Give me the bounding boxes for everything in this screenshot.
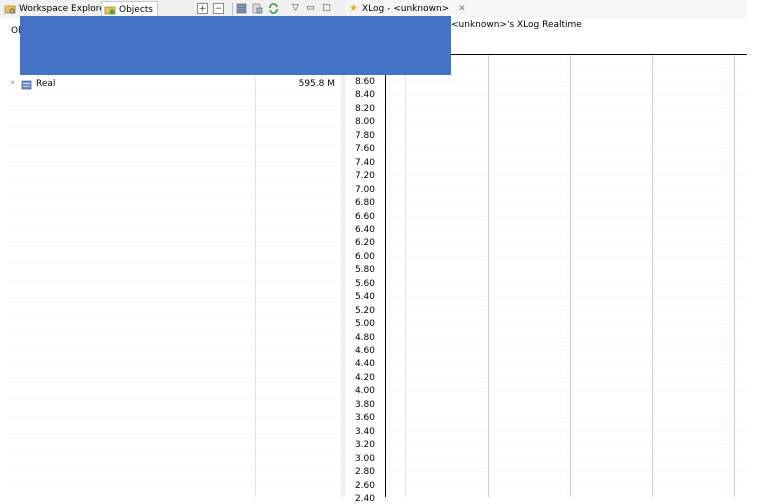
objects-table [7, 77, 341, 497]
plot-area[interactable] [386, 55, 747, 497]
minimize-icon[interactable]: ▭ [305, 3, 316, 14]
expand-all-icon[interactable]: + [197, 3, 208, 14]
y-tick-label: 8.40 [354, 90, 375, 101]
maximize-icon[interactable]: □ [321, 3, 332, 14]
y-tick-label: 5.20 [354, 305, 375, 316]
y-tick-label: 2.40 [354, 493, 375, 504]
tab-workspace-explorer[interactable]: Workspace Explorer [2, 1, 113, 17]
grid-line-minor [405, 55, 406, 497]
column-divider [255, 77, 256, 497]
y-tick-label: 6.00 [354, 251, 375, 262]
object-memory: 595.8 M [298, 79, 335, 89]
y-axis-line [385, 55, 386, 497]
refresh-icon[interactable] [268, 3, 279, 14]
server-list-icon[interactable] [236, 3, 247, 14]
y-tick-label: 6.40 [354, 224, 375, 235]
export-icon[interactable] [252, 3, 263, 14]
y-tick-label: 6.80 [354, 198, 375, 209]
y-tick-label: 3.20 [354, 440, 375, 451]
star-icon: ★ [349, 3, 358, 14]
y-tick-label: 4.00 [354, 386, 375, 397]
close-icon[interactable]: ✕ [458, 4, 466, 14]
tab-objects-label: Objects [119, 5, 154, 15]
page-margin [747, 0, 784, 497]
y-tick-label: 3.60 [354, 413, 375, 424]
y-tick-label: 4.40 [354, 359, 375, 370]
y-tick-label: 7.00 [354, 184, 375, 195]
table-row[interactable]: › Real 595.8 M [7, 77, 341, 93]
y-tick-label: 5.40 [354, 292, 375, 303]
collapse-all-icon[interactable]: − [213, 3, 224, 14]
chevron-right-icon[interactable]: › [11, 78, 15, 88]
folder-explorer-icon [4, 5, 16, 14]
view-menu-icon[interactable]: ▽ [290, 3, 301, 14]
server-icon [21, 80, 32, 90]
y-tick-label: 3.40 [354, 426, 375, 437]
grid-line-major [570, 55, 571, 497]
y-tick-label: 7.20 [354, 171, 375, 182]
y-tick-label: 5.80 [354, 265, 375, 276]
y-tick-label: 8.00 [354, 117, 375, 128]
y-tick-label: 4.60 [354, 346, 375, 356]
y-tick-label: 3.00 [354, 453, 375, 464]
objects-icon [104, 6, 116, 15]
grid-line-major [652, 55, 653, 497]
tab-xlog[interactable]: ★ XLog - <unknown> ✕ [347, 1, 470, 17]
tab-workspace-explorer-label: Workspace Explorer [19, 4, 109, 14]
grid-line-major [488, 55, 489, 497]
y-tick-label: 7.60 [354, 144, 375, 155]
y-tick-label: 7.40 [354, 157, 375, 168]
redaction-overlay [20, 16, 451, 75]
y-tick-label: 2.60 [354, 480, 375, 491]
y-tick-label: 4.80 [354, 332, 375, 343]
y-tick-label: 4.20 [354, 372, 375, 383]
y-tick-label: 5.60 [354, 278, 375, 289]
y-tick-label: 6.20 [354, 238, 375, 249]
y-tick-label: 3.80 [354, 399, 375, 410]
chart-title: <unknown>'s XLog Realtime [451, 20, 582, 30]
y-tick-label: 6.60 [354, 211, 375, 222]
tab-xlog-label: XLog - <unknown> [362, 4, 450, 14]
y-tick-label: 2.80 [354, 467, 375, 478]
y-tick-label: 7.80 [354, 130, 375, 141]
y-tick-label: 8.20 [354, 103, 375, 114]
y-tick-label: 5.00 [354, 319, 375, 330]
object-name: Real [36, 79, 56, 89]
toolbar-separator [232, 3, 233, 15]
y-tick-label: 8.60 [354, 77, 375, 87]
grid-line-major [734, 55, 735, 497]
